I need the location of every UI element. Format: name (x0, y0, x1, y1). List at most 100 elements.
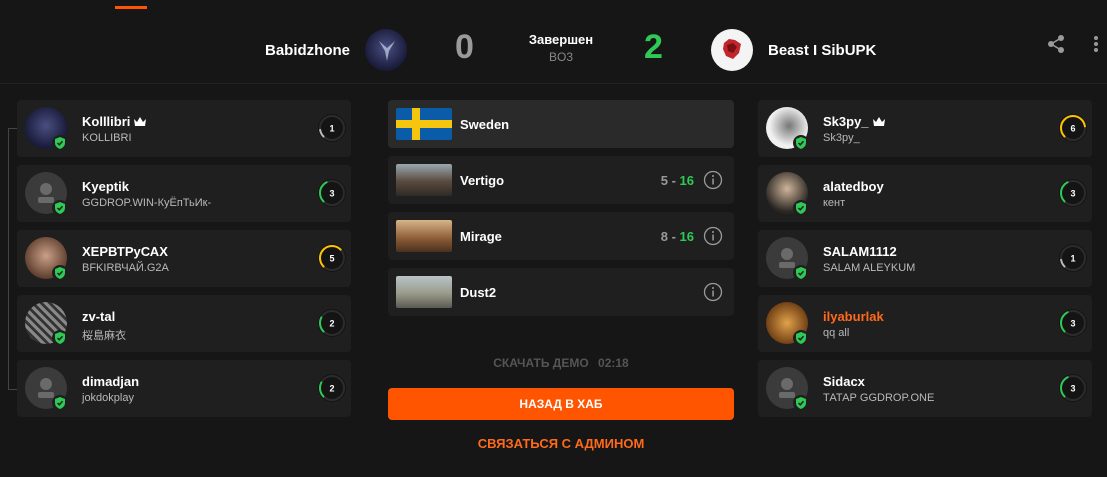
player-card[interactable]: Kyeptik GGDROP.WIN-КуЁпТьИк- 3 (17, 165, 351, 222)
player-name[interactable]: Sk3py_ (823, 114, 885, 129)
shield-icon (52, 330, 68, 346)
player-nickname: KOLLIBRI (82, 132, 132, 144)
level-number: 3 (329, 189, 334, 199)
match-status: Завершен BO3 (510, 32, 612, 64)
player-name[interactable]: ХЕРВТРуСАХ (82, 244, 168, 259)
contact-admin-link[interactable]: СВЯЗАТЬСЯ С АДМИНОМ (388, 436, 734, 451)
map-thumbnail (396, 276, 452, 308)
player-nickname: GGDROP.WIN-КуЁпТьИк- (82, 197, 212, 209)
match-header: Babidzhone 0 Завершен BO3 2 Beast I SibU… (0, 8, 1107, 84)
shield-icon (52, 395, 68, 411)
info-icon[interactable] (703, 170, 723, 190)
maps-panel: Sweden Vertigo 5 - 16 Mirage 8 - 16 Dust2 (388, 100, 734, 324)
crown-icon (872, 117, 885, 126)
map-thumbnail (396, 220, 452, 252)
shield-icon (52, 135, 68, 151)
player-name[interactable]: zv-tal (82, 309, 115, 324)
demo-time: 02:18 (598, 356, 629, 370)
shield-icon (793, 135, 809, 151)
player-nickname: jokdokplay (82, 392, 134, 404)
player-nickname: Sk3py_ (823, 132, 860, 144)
shield-icon (793, 330, 809, 346)
level-badge: 1 (1059, 244, 1087, 272)
map-score: 5 - 16 (660, 173, 694, 188)
player-name[interactable]: ilyaburlak (823, 309, 884, 324)
shield-icon (793, 200, 809, 216)
player-name[interactable]: Sidacx (823, 374, 865, 389)
player-card[interactable]: dimadjan jokdokplay 2 (17, 360, 351, 417)
info-icon[interactable] (703, 226, 723, 246)
team1-score: 0 (455, 28, 474, 66)
level-number: 6 (1070, 124, 1075, 134)
level-number: 3 (1070, 319, 1075, 329)
download-demo[interactable]: СКАЧАТЬ ДЕМО 02:18 (388, 356, 734, 370)
map-name: Mirage (460, 229, 502, 244)
team1-roster: Kolllibri KOLLIBRI 1 Kyeptik GGDROP.WIN-КуЁп… (17, 100, 351, 425)
player-card[interactable]: Kolllibri KOLLIBRI 1 (17, 100, 351, 157)
level-badge: 3 (1059, 179, 1087, 207)
player-card[interactable]: Sidacx ТАТАР GGDROP.ONE 3 (758, 360, 1092, 417)
player-nickname: qq all (823, 327, 850, 339)
player-card[interactable]: SALAM1112 SALAM ALEYKUM 1 (758, 230, 1092, 287)
info-icon[interactable] (703, 282, 723, 302)
map-row[interactable]: Dust2 (388, 268, 734, 316)
player-card[interactable]: zv-tal 桜島麻衣 2 (17, 295, 351, 352)
player-nickname: ТАТАР GGDROP.ONE (823, 392, 935, 404)
level-badge: 2 (318, 309, 346, 337)
download-demo-label[interactable]: СКАЧАТЬ ДЕМО (493, 356, 588, 370)
team2-roster: Sk3py_ Sk3py_ 6 alatedboy кент 3 SALAM1112 SALA… (758, 100, 1092, 425)
level-badge: 6 (1059, 114, 1087, 142)
shield-icon (793, 395, 809, 411)
shield-icon (52, 265, 68, 281)
level-badge: 3 (318, 179, 346, 207)
map-row[interactable]: Vertigo 5 - 16 (388, 156, 734, 204)
player-card[interactable]: alatedboy кент 3 (758, 165, 1092, 222)
player-name[interactable]: dimadjan (82, 374, 139, 389)
more-icon[interactable] (1093, 34, 1099, 54)
level-badge: 3 (1059, 309, 1087, 337)
level-number: 5 (329, 254, 334, 264)
level-number: 1 (329, 124, 334, 134)
player-nickname: SALAM ALEYKUM (823, 262, 916, 274)
team1-name[interactable]: Babidzhone (265, 42, 350, 59)
status-text: Завершен (528, 32, 594, 47)
level-number: 3 (1070, 384, 1075, 394)
match-format: BO3 (548, 50, 573, 64)
map-name: Vertigo (460, 173, 505, 188)
share-icon[interactable] (1047, 34, 1065, 54)
level-number: 2 (329, 319, 334, 329)
team1[interactable]: Babidzhone (265, 29, 407, 71)
team2-name[interactable]: Beast I SibUPK (768, 42, 876, 59)
map-score: 8 - 16 (660, 229, 694, 244)
map-row[interactable]: Mirage 8 - 16 (388, 212, 734, 260)
player-name[interactable]: Kolllibri (82, 114, 147, 129)
back-to-hub-button[interactable]: НАЗАД В ХАБ (388, 388, 734, 420)
level-badge: 2 (318, 374, 346, 402)
crown-icon (134, 117, 147, 126)
player-card[interactable]: Sk3py_ Sk3py_ 6 (758, 100, 1092, 157)
player-name[interactable]: Kyeptik (82, 179, 129, 194)
level-number: 3 (1070, 189, 1075, 199)
player-card[interactable]: ilyaburlak qq all 3 (758, 295, 1092, 352)
player-nickname: кент (823, 197, 846, 209)
shield-icon (793, 265, 809, 281)
level-badge: 1 (318, 114, 346, 142)
level-number: 2 (329, 384, 334, 394)
sweden-flag-icon (396, 108, 452, 140)
player-nickname: BFKIRВЧАЙ.G2A (82, 262, 169, 274)
server-name: Sweden (460, 117, 510, 132)
player-card[interactable]: ХЕРВТРуСАХ BFKIRВЧАЙ.G2A 5 (17, 230, 351, 287)
map-name: Dust2 (460, 285, 497, 300)
player-name[interactable]: SALAM1112 (823, 244, 897, 259)
player-name[interactable]: alatedboy (823, 179, 884, 194)
team1-logo (365, 29, 407, 71)
level-number: 1 (1070, 254, 1075, 264)
shield-icon (52, 200, 68, 216)
team2[interactable]: Beast I SibUPK (711, 29, 876, 71)
player-nickname: 桜島麻衣 (82, 330, 126, 342)
map-thumbnail (396, 164, 452, 196)
team2-logo (711, 29, 753, 71)
team2-score: 2 (644, 28, 663, 66)
level-badge: 3 (1059, 374, 1087, 402)
server-location: Sweden (388, 100, 734, 148)
